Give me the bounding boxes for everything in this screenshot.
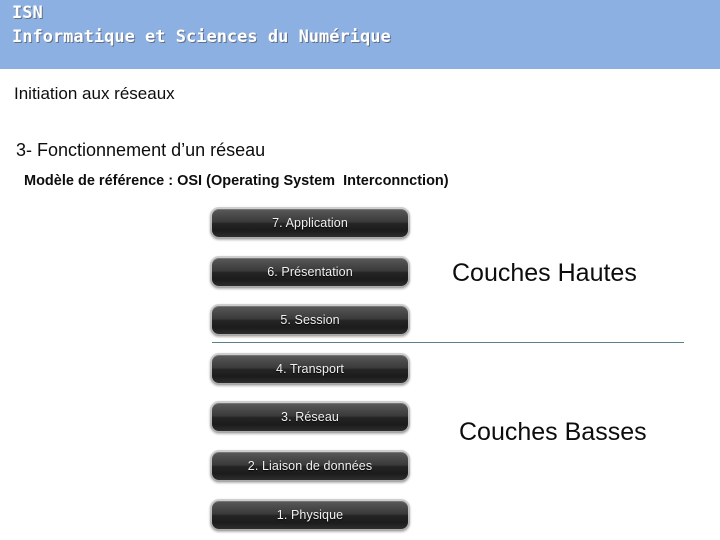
slide-subtitle: Initiation aux réseaux [14, 84, 175, 103]
upper-layers-caption: Couches Hautes [452, 259, 637, 287]
header-title-line-2: Informatique et Sciences du Numérique [12, 27, 391, 47]
osi-layer-face: 2. Liaison de données [212, 452, 408, 480]
osi-layer-3-reseau[interactable]: 3. Réseau [210, 401, 410, 434]
lower-layers-caption: Couches Basses [459, 418, 647, 446]
osi-model-caption: Modèle de référence : OSI (Operating Sys… [24, 173, 449, 189]
osi-layer-label: 3. Réseau [281, 410, 339, 425]
osi-layer-label: 6. Présentation [267, 264, 353, 279]
osi-layer-face: 6. Présentation [212, 257, 408, 286]
osi-layer-face: 3. Réseau [212, 403, 408, 432]
osi-layer-face: 4. Transport [212, 354, 408, 383]
osi-layer-7-application[interactable]: 7. Application [210, 207, 410, 239]
osi-layer-label: 4. Transport [276, 361, 344, 376]
osi-layer-5-session[interactable]: 5. Session [210, 304, 410, 337]
osi-layer-stack: 7. Application 6. Présentation 5. Sessio… [210, 207, 412, 537]
osi-layer-face: 7. Application [212, 209, 408, 237]
osi-layer-2-liaison-de-donnees[interactable]: 2. Liaison de données [210, 450, 410, 482]
osi-layer-face: 5. Session [212, 306, 408, 335]
section-title: 3- Fonctionnement d’un réseau [16, 140, 266, 160]
header-title-line-1: ISN [12, 3, 43, 23]
osi-layer-4-transport[interactable]: 4. Transport [210, 352, 410, 385]
upper-lower-layer-divider [212, 342, 684, 343]
osi-layer-6-presentation[interactable]: 6. Présentation [210, 255, 410, 288]
osi-layer-label: 1. Physique [276, 507, 344, 522]
slide-header-band: ISN Informatique et Sciences du Numériqu… [0, 0, 720, 69]
osi-layer-face: 1. Physique [212, 500, 408, 529]
osi-layer-label: 7. Application [272, 216, 348, 230]
osi-layer-1-physique[interactable]: 1. Physique [210, 498, 410, 531]
osi-layer-label: 2. Liaison de données [247, 459, 373, 473]
osi-layer-label: 5. Session [280, 313, 340, 328]
